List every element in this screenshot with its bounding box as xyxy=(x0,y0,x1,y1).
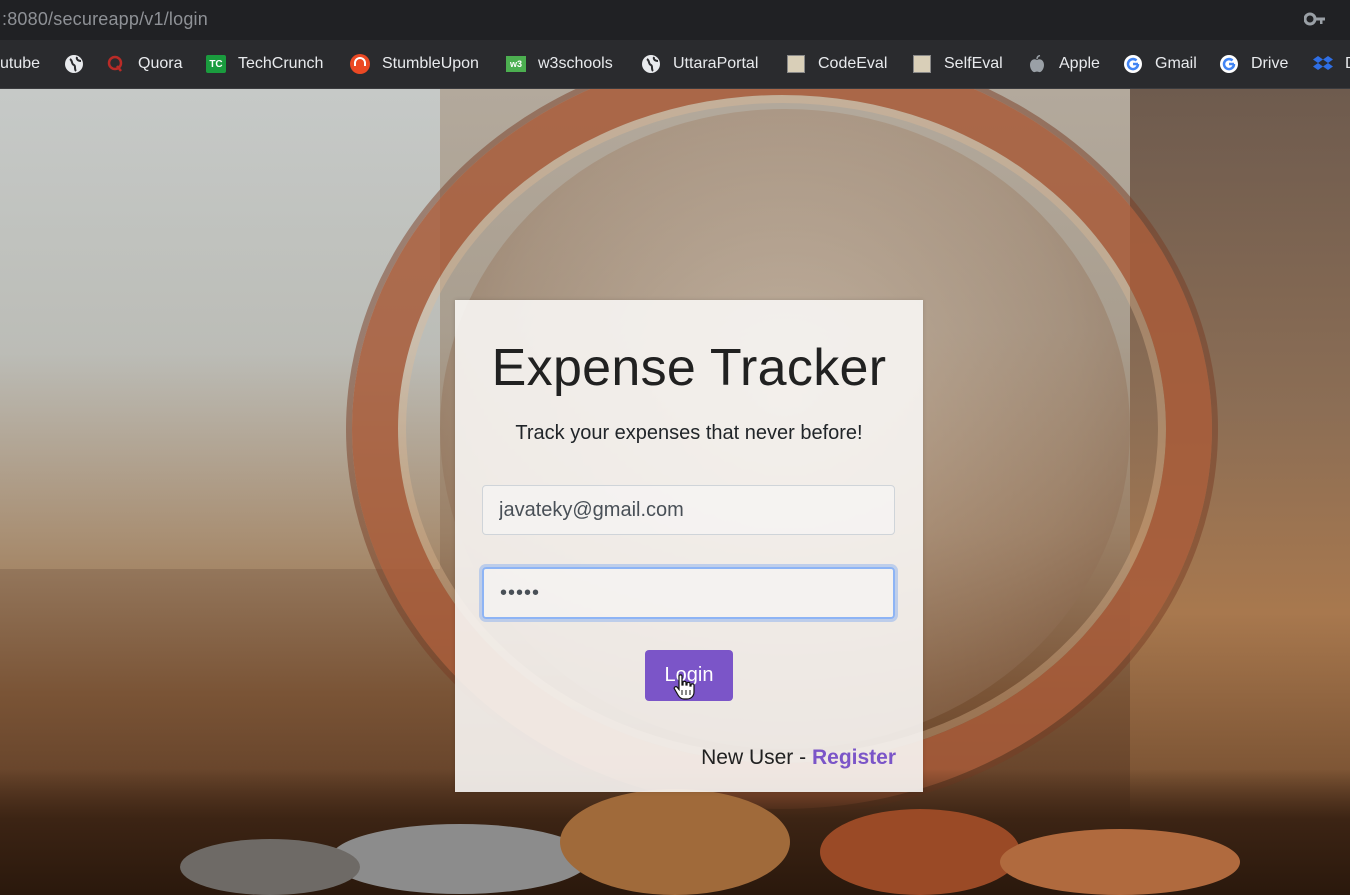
coin xyxy=(820,809,1020,895)
email-field[interactable] xyxy=(482,485,895,535)
apple-icon xyxy=(1027,54,1047,74)
bookmark-label: Quora xyxy=(138,55,183,72)
globe-icon xyxy=(641,54,661,74)
register-link[interactable]: Register xyxy=(812,746,896,769)
codeeval-icon xyxy=(786,54,806,74)
bookmark-label: w3schools xyxy=(538,55,613,72)
url-text[interactable]: :8080/secureapp/v1/login xyxy=(2,9,208,30)
coin xyxy=(1000,829,1240,895)
google-icon xyxy=(1219,54,1239,74)
bookmark-label: Drive xyxy=(1251,55,1289,72)
bookmark-dropbox[interactable]: D xyxy=(1313,52,1350,76)
selfeval-icon xyxy=(912,54,932,74)
coin xyxy=(180,839,360,895)
stumbleupon-icon xyxy=(350,54,370,74)
bookmark-label: CodeEval xyxy=(818,55,888,72)
bookmark-quora[interactable]: Quora xyxy=(106,52,182,76)
page-subtitle: Track your expenses that never before! xyxy=(515,422,863,444)
new-user-label: New User - xyxy=(701,746,812,769)
bookmark-label: SelfEval xyxy=(944,55,1003,72)
key-icon[interactable] xyxy=(1304,11,1326,27)
globe-icon xyxy=(64,54,84,74)
hand-cursor-icon xyxy=(673,674,695,700)
page-background: Expense Tracker Track your expenses that… xyxy=(0,89,1350,895)
google-icon xyxy=(1123,54,1143,74)
password-field[interactable] xyxy=(482,567,895,619)
bookmarks-bar: utube Quora TC TechCrunch StumbleUpon w3… xyxy=(0,40,1350,89)
bookmark-label: TechCrunch xyxy=(238,55,324,72)
techcrunch-icon: TC xyxy=(206,54,226,74)
bookmark-youtube[interactable]: utube xyxy=(0,52,40,76)
bookmark-globe[interactable] xyxy=(64,52,96,76)
bookmark-apple[interactable]: Apple xyxy=(1027,52,1100,76)
dropbox-icon xyxy=(1313,54,1333,74)
bookmark-label: utube xyxy=(0,55,41,72)
bookmark-stumbleupon[interactable]: StumbleUpon xyxy=(350,52,479,76)
page-title: Expense Tracker xyxy=(491,339,887,397)
bookmark-selfeval[interactable]: SelfEval xyxy=(912,52,1003,76)
address-bar[interactable]: :8080/secureapp/v1/login xyxy=(0,0,1350,40)
bookmark-label: Gmail xyxy=(1155,55,1197,72)
login-card: Expense Tracker Track your expenses that… xyxy=(455,300,923,792)
bookmark-gmail[interactable]: Gmail xyxy=(1123,52,1197,76)
coin xyxy=(330,824,590,894)
bookmark-uttaraportal[interactable]: UttaraPortal xyxy=(641,52,758,76)
w3schools-icon: w3 xyxy=(506,54,526,74)
bookmark-drive[interactable]: Drive xyxy=(1219,52,1288,76)
bookmark-codeeval[interactable]: CodeEval xyxy=(786,52,887,76)
bookmark-techcrunch[interactable]: TC TechCrunch xyxy=(206,52,323,76)
bookmark-label: StumbleUpon xyxy=(382,55,479,72)
register-row: New User - Register xyxy=(701,746,896,770)
coin xyxy=(560,789,790,895)
bookmark-label: UttaraPortal xyxy=(673,55,759,72)
bookmark-label: Apple xyxy=(1059,55,1100,72)
bookmark-w3schools[interactable]: w3 w3schools xyxy=(506,52,613,76)
bookmark-label: D xyxy=(1345,55,1350,73)
quora-icon xyxy=(106,54,126,74)
